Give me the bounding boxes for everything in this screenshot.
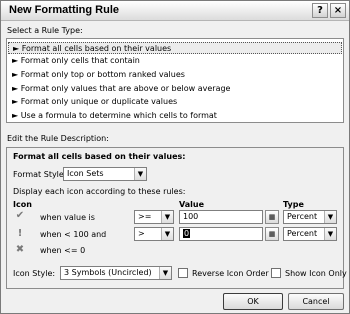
help-button[interactable]: ? <box>312 3 328 18</box>
row-2-operator-dropdown[interactable]: > ▼ <box>134 227 174 241</box>
cancel-button[interactable]: Cancel <box>288 293 344 310</box>
icon-column-header: Icon <box>13 200 32 209</box>
reverse-icon-order-label: Reverse Icon Order <box>192 269 269 278</box>
chevron-down-icon: ▼ <box>161 228 173 240</box>
rule-type-item[interactable]: ► Format only values that are above or b… <box>8 83 342 95</box>
icon-style-dropdown[interactable]: 3 Symbols (Uncircled) ▼ <box>60 266 172 280</box>
reverse-icon-order-checkbox[interactable] <box>178 268 188 278</box>
row-2-type: Percent <box>287 229 318 238</box>
rule-type-list[interactable]: ► Format all cells based on their values… <box>6 38 344 123</box>
rule-type-item[interactable]: ► Format only cells that contain <box>8 55 342 67</box>
value-column-header: Value <box>179 200 205 209</box>
rule-description-label: Edit the Rule Description: <box>7 134 109 143</box>
format-style-label: Format Style: <box>13 170 67 179</box>
x-icon: ✖ <box>15 244 25 255</box>
row-2-value: 0 <box>183 229 191 238</box>
check-icon: ✔ <box>15 210 25 221</box>
row-1-type: Percent <box>287 212 318 221</box>
row-1-operator-dropdown[interactable]: >= ▼ <box>134 210 174 224</box>
rule-type-item[interactable]: ► Use a formula to determine which cells… <box>8 110 342 122</box>
row-2-condition: when < 100 and <box>40 230 107 239</box>
display-rule-text: Display each icon according to these rul… <box>13 187 186 196</box>
collapse-dialog-icon[interactable]: ▦ <box>265 210 279 224</box>
rule-description-panel: Format all cells based on their values: … <box>6 147 347 289</box>
format-style-dropdown[interactable]: Icon Sets ▼ <box>63 167 147 181</box>
description-heading: Format all cells based on their values: <box>13 152 186 161</box>
row-1-value-input[interactable]: 100 <box>179 210 263 224</box>
rule-type-item[interactable]: ► Format all cells based on their values <box>8 42 342 54</box>
row-1-value: 100 <box>183 212 199 221</box>
row-2-value-input[interactable]: 0 <box>179 227 263 241</box>
rule-type-item[interactable]: ► Format only unique or duplicate values <box>8 96 342 108</box>
chevron-down-icon: ▼ <box>159 267 171 279</box>
show-icon-only-checkbox[interactable] <box>271 268 281 278</box>
new-formatting-rule-dialog: New Formatting Rule ? × Select a Rule Ty… <box>0 0 350 314</box>
chevron-down-icon: ▼ <box>134 168 146 180</box>
chevron-down-icon: ▼ <box>324 228 336 240</box>
icon-style-value: 3 Symbols (Uncircled) <box>64 268 152 277</box>
row-1-condition: when value is <box>40 213 95 222</box>
type-column-header: Type <box>283 200 304 209</box>
row-3-condition: when <= 0 <box>40 246 86 255</box>
row-1-type-dropdown[interactable]: Percent ▼ <box>283 210 337 224</box>
close-button[interactable]: × <box>330 3 346 18</box>
icon-style-label: Icon Style: <box>13 269 56 278</box>
chevron-down-icon: ▼ <box>161 211 173 223</box>
title-bar[interactable]: New Formatting Rule ? × <box>1 1 349 21</box>
exclamation-icon: ! <box>17 228 23 239</box>
collapse-dialog-icon[interactable]: ▦ <box>265 227 279 241</box>
row-2-type-dropdown[interactable]: Percent ▼ <box>283 227 337 241</box>
rule-type-item[interactable]: ► Format only top or bottom ranked value… <box>8 69 342 81</box>
show-icon-only-label: Show Icon Only <box>285 269 347 278</box>
dialog-title: New Formatting Rule <box>9 4 120 16</box>
row-1-operator: >= <box>138 212 152 221</box>
rule-type-label: Select a Rule Type: <box>7 26 83 35</box>
ok-button[interactable]: OK <box>223 293 283 310</box>
chevron-down-icon: ▼ <box>324 211 336 223</box>
format-style-value: Icon Sets <box>67 169 104 178</box>
row-2-operator: > <box>138 229 145 238</box>
